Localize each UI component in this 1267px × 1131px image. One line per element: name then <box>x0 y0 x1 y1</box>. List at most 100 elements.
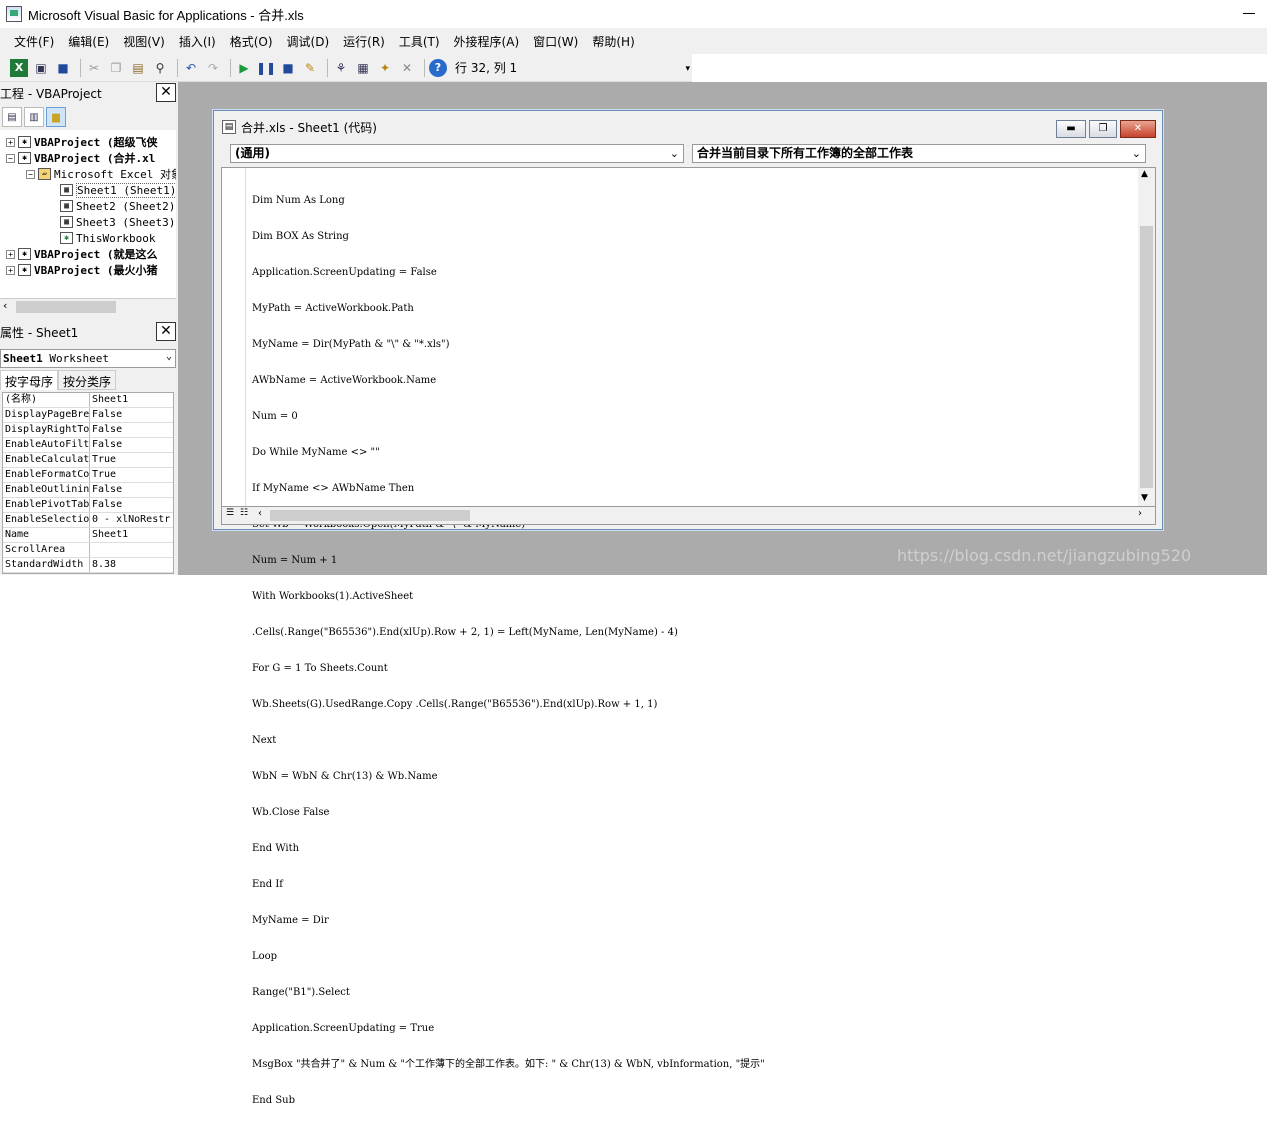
property-value[interactable]: 8.38 <box>90 558 173 572</box>
code-line[interactable]: WbN = WbN & Chr(13) & Wb.Name <box>252 771 765 783</box>
property-value[interactable]: True <box>90 468 173 482</box>
expand-icon[interactable]: + <box>6 265 15 275</box>
code-line[interactable]: Wb.Sheets(G).UsedRange.Copy .Cells(.Rang… <box>252 699 765 711</box>
view-code-icon[interactable]: ▤ <box>2 107 22 127</box>
undo-icon[interactable]: ↶ <box>182 59 200 77</box>
code-line[interactable]: For G = 1 To Sheets.Count <box>252 663 765 675</box>
tab-alphabetic[interactable]: 按字母序 <box>0 370 59 390</box>
procedure-view-icon[interactable]: ☰ <box>224 508 236 522</box>
break-icon[interactable]: ❚❚ <box>256 59 276 77</box>
menu-tools[interactable]: 工具(T) <box>399 33 440 50</box>
help-icon[interactable]: ? <box>429 58 447 77</box>
tree-node[interactable]: − ✱ VBAProject (合并.xl <box>6 150 155 166</box>
scroll-down-icon[interactable]: ▼ <box>1141 493 1148 503</box>
property-value[interactable]: False <box>90 408 173 422</box>
scroll-thumb[interactable] <box>1140 226 1153 488</box>
margin-indicator-bar[interactable] <box>222 168 246 506</box>
scroll-left-icon[interactable]: ‹ <box>3 299 7 312</box>
property-value[interactable]: False <box>90 498 173 512</box>
menu-file[interactable]: 文件(F) <box>14 33 54 50</box>
menu-debug[interactable]: 调试(D) <box>287 33 330 50</box>
property-row[interactable]: EnableOutlinin False <box>3 483 173 498</box>
menu-addins[interactable]: 外接程序(A) <box>454 33 520 50</box>
menu-insert[interactable]: 插入(I) <box>179 33 216 50</box>
property-row[interactable]: EnableFormatCo True <box>3 468 173 483</box>
minimize-icon[interactable] <box>1243 13 1255 14</box>
properties-pane-close-icon[interactable]: ✕ <box>156 322 176 341</box>
design-mode-icon[interactable]: ✎ <box>301 59 319 77</box>
code-line[interactable]: Num = 0 <box>252 411 765 423</box>
expand-icon[interactable]: + <box>6 249 15 259</box>
copy-icon[interactable]: ❐ <box>107 59 125 77</box>
code-line[interactable]: End With <box>252 843 765 855</box>
object-browser-icon[interactable]: ✦ <box>376 59 394 77</box>
property-row[interactable]: EnableSelectio 0 - xlNoRestr <box>3 513 173 528</box>
property-value[interactable]: Sheet1 <box>90 528 173 542</box>
code-line[interactable]: AWbName = ActiveWorkbook.Name <box>252 375 765 387</box>
scroll-up-icon[interactable]: ▲ <box>1141 169 1148 179</box>
property-row[interactable]: EnableCalculat True <box>3 453 173 468</box>
save-icon[interactable]: ■ <box>54 59 72 77</box>
property-row[interactable]: DisplayPageBre False <box>3 408 173 423</box>
project-tree-hscroll[interactable]: ‹ <box>0 298 176 314</box>
minimize-button[interactable]: ▬ <box>1056 120 1086 138</box>
tree-node[interactable]: ▦ Sheet3 (Sheet3) <box>60 214 175 230</box>
cut-icon[interactable]: ✂ <box>85 59 103 77</box>
menu-edit[interactable]: 编辑(E) <box>68 33 109 50</box>
properties-object-select[interactable]: Sheet1 Worksheet ⌄ <box>0 349 176 368</box>
property-value[interactable]: 0 - xlNoRestr <box>90 513 173 527</box>
collapse-icon[interactable]: − <box>26 169 35 179</box>
code-line[interactable]: Next <box>252 735 765 747</box>
collapse-icon[interactable]: − <box>6 153 15 163</box>
property-row[interactable]: (名称) Sheet1 <box>3 393 173 408</box>
toolbar-options-icon[interactable]: ▾ <box>685 64 690 74</box>
tree-node[interactable]: + ✱ VBAProject (超级飞侠 <box>6 134 157 150</box>
project-pane-close-icon[interactable]: ✕ <box>156 83 176 102</box>
property-value[interactable]: False <box>90 423 173 437</box>
code-line[interactable]: If MyName <> AWbName Then <box>252 483 765 495</box>
menu-run[interactable]: 运行(R) <box>343 33 385 50</box>
property-value[interactable]: False <box>90 483 173 497</box>
property-row[interactable]: Name Sheet1 <box>3 528 173 543</box>
property-value[interactable]: Sheet1 <box>90 393 173 407</box>
code-line[interactable]: Range("B1").Select <box>252 987 765 999</box>
menu-window[interactable]: 窗口(W) <box>533 33 578 50</box>
scroll-right-icon[interactable]: › <box>1138 508 1142 519</box>
code-line[interactable]: .Cells(.Range("B65536").End(xlUp).Row + … <box>252 627 765 639</box>
property-value[interactable]: False <box>90 438 173 452</box>
run-icon[interactable]: ▶ <box>235 59 253 77</box>
expand-icon[interactable]: + <box>6 137 15 147</box>
full-module-view-icon[interactable]: ☷ <box>238 508 250 522</box>
scroll-left-icon[interactable]: ‹ <box>258 508 262 519</box>
property-value[interactable] <box>90 543 173 557</box>
tree-node[interactable]: + ✱ VBAProject (就是这么 <box>6 246 157 262</box>
code-line[interactable]: End Sub <box>252 1095 765 1107</box>
close-button[interactable]: ✕ <box>1120 120 1156 138</box>
scroll-thumb[interactable] <box>16 301 116 313</box>
chevron-down-icon[interactable]: ⌄ <box>1132 145 1141 162</box>
code-line[interactable]: Application.ScreenUpdating = False <box>252 267 765 279</box>
property-row[interactable]: EnablePivotTab False <box>3 498 173 513</box>
toggle-folders-icon[interactable]: ▆ <box>46 107 66 127</box>
tree-node[interactable]: − ▱ Microsoft Excel 对象 <box>26 166 176 182</box>
object-combo[interactable]: (通用) ⌄ <box>230 144 684 163</box>
code-line[interactable]: Do While MyName <> "" <box>252 447 765 459</box>
chevron-down-icon[interactable]: ⌄ <box>166 351 172 362</box>
redo-icon[interactable]: ↷ <box>204 59 222 77</box>
insert-userform-icon[interactable]: ▣ <box>32 59 50 77</box>
code-line[interactable]: Loop <box>252 951 765 963</box>
properties-window-icon[interactable]: ▦ <box>354 59 372 77</box>
tree-node[interactable]: + ✱ VBAProject (最火小猪 <box>6 262 157 278</box>
code-line[interactable]: With Workbooks(1).ActiveSheet <box>252 591 765 603</box>
tree-node[interactable]: ✱ ThisWorkbook <box>60 230 155 246</box>
tree-node[interactable]: ▦ Sheet1 (Sheet1) <box>60 182 176 198</box>
code-text[interactable]: Dim Num As Long Dim BOX As String Applic… <box>252 171 765 1131</box>
code-line[interactable]: Num = Num + 1 <box>252 555 765 567</box>
toolbox-icon[interactable]: ✕ <box>398 59 416 77</box>
property-value[interactable]: True <box>90 453 173 467</box>
code-line[interactable]: MsgBox "共合并了" & Num & "个工作薄下的全部工作表。如下: "… <box>252 1059 765 1071</box>
code-vscroll[interactable]: ▲ ▼ <box>1138 168 1155 506</box>
code-line[interactable]: MyName = Dir(MyPath & "\" & "*.xls") <box>252 339 765 351</box>
menu-help[interactable]: 帮助(H) <box>592 33 634 50</box>
restore-button[interactable]: ❐ <box>1089 120 1117 138</box>
